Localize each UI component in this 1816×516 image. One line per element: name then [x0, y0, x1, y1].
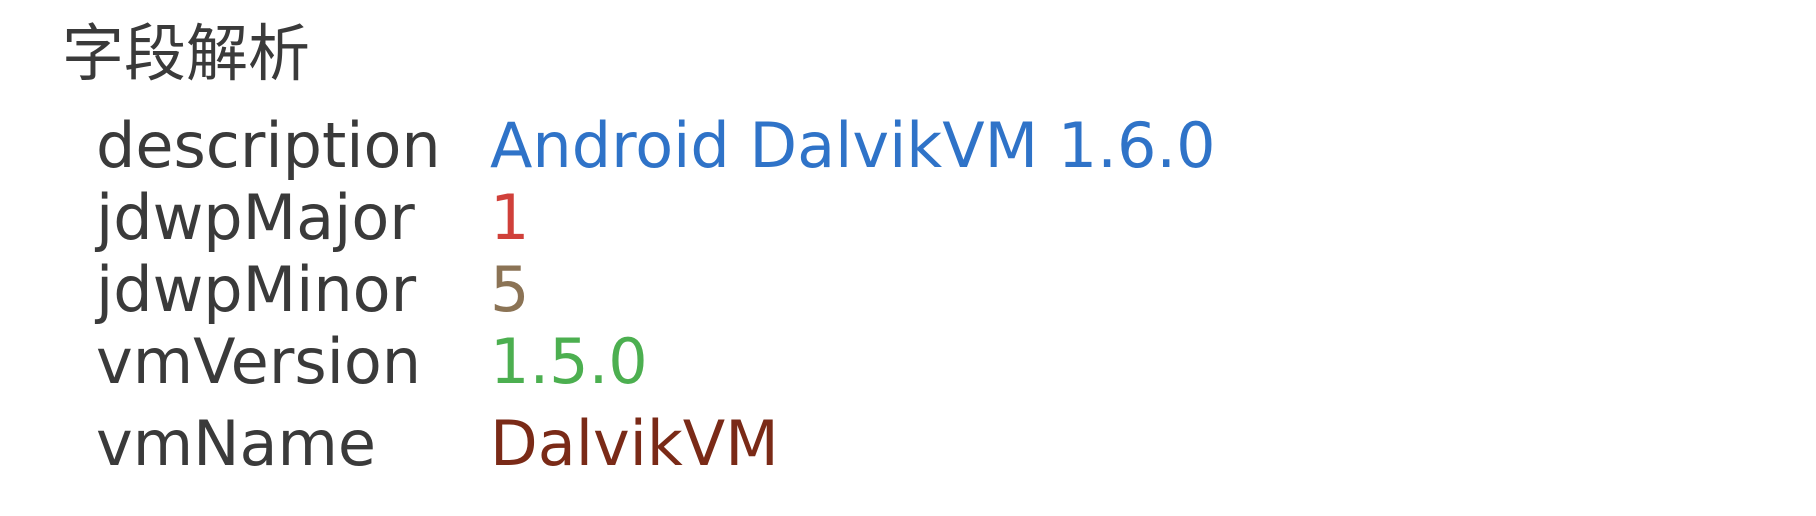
field-key: jdwpMajor	[96, 181, 415, 254]
section-title: 字段解析	[62, 17, 311, 90]
field-value: DalvikVM	[490, 407, 779, 480]
field-key: jdwpMinor	[96, 253, 417, 326]
field-value: 1.5.0	[490, 325, 648, 398]
field-key: description	[96, 109, 441, 182]
field-row-description: description Android DalvikVM 1.6.0	[0, 110, 1816, 182]
field-value: Android DalvikVM 1.6.0	[490, 109, 1216, 182]
field-key: vmName	[96, 407, 376, 480]
field-row-jdwp-major: jdwpMajor 1	[0, 182, 1816, 254]
field-row-jdwp-minor: jdwpMinor 5	[0, 254, 1816, 326]
field-value: 1	[490, 181, 530, 254]
field-value: 5	[490, 253, 530, 326]
field-row-vm-name: vmName DalvikVM	[0, 408, 1816, 480]
field-key: vmVersion	[96, 325, 422, 398]
field-row-vm-version: vmVersion 1.5.0	[0, 326, 1816, 398]
